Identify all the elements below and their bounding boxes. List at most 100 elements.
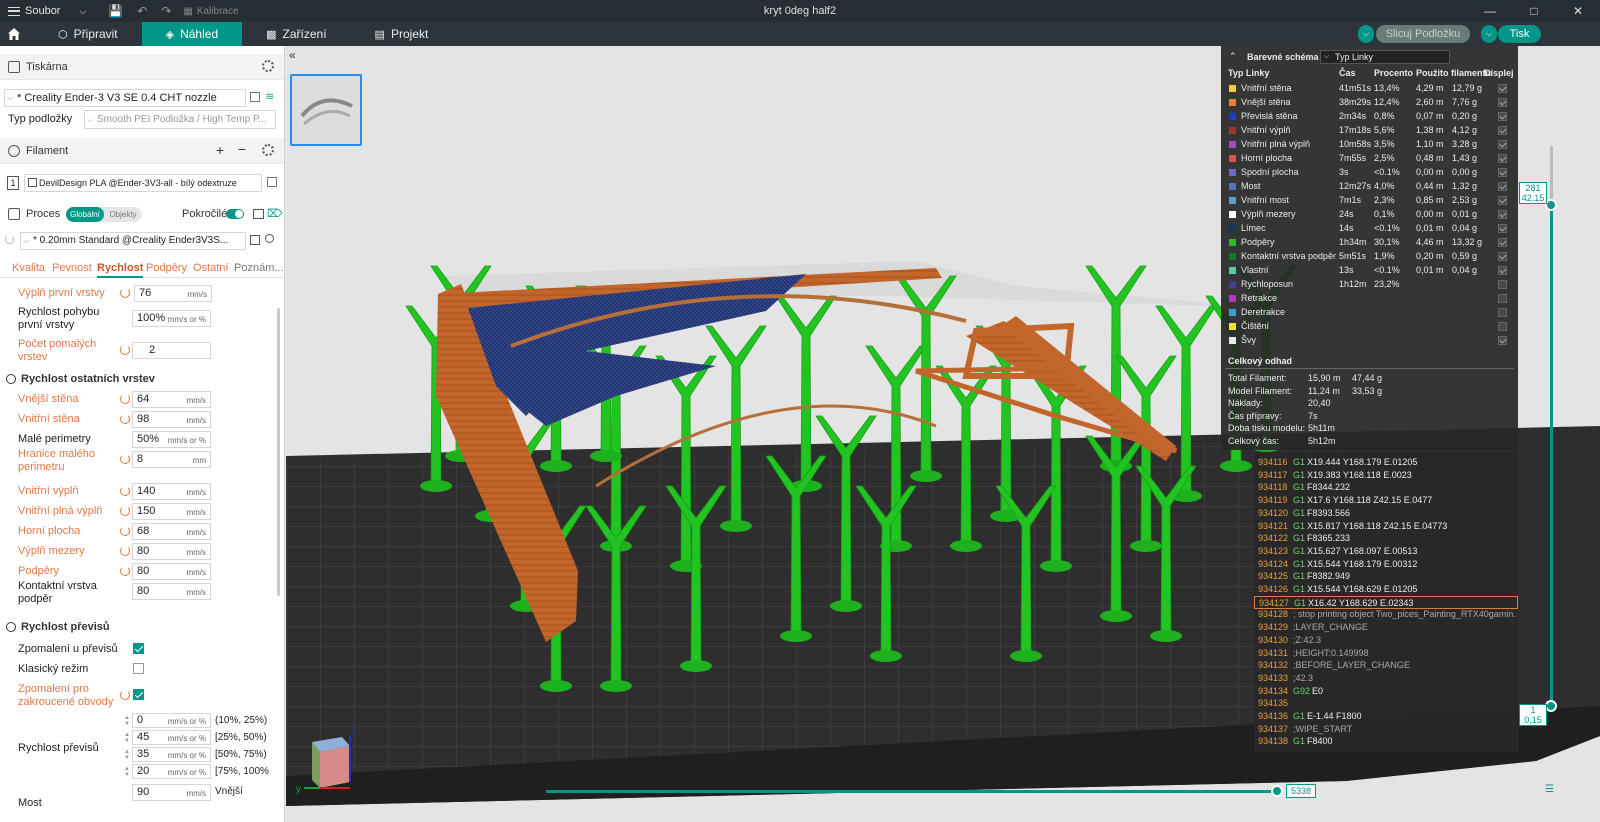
reset-icon[interactable] [120,414,130,424]
display-checkbox[interactable] [1498,210,1507,219]
display-checkbox[interactable] [1498,252,1507,261]
setting-input[interactable]: 8 mm [132,451,211,468]
display-checkbox[interactable] [1498,126,1507,135]
subtab-other[interactable]: Ostatní [193,262,228,274]
print-dropdown-button[interactable]: ⌵ [1481,25,1497,43]
redo-icon[interactable]: ↷ [161,4,171,18]
legend-row[interactable]: Kontaktní vrstva podpěr 5m51s 1,9% 0,20 m 0,… [1221,250,1518,264]
close-button[interactable]: ✕ [1556,0,1600,22]
global-objects-toggle[interactable]: Globální Objekty [66,207,142,222]
collapse-panel-icon[interactable]: « [289,48,296,62]
legend-row[interactable]: Most 12m27s 4,0% 0,44 m 1,32 g [1221,180,1518,194]
legend-row[interactable]: Spodní plocha 3s <0.1% 0,00 m 0,00 g [1221,166,1518,180]
subtab-support[interactable]: Podpěry [146,262,187,274]
layers-icon[interactable]: ☰ [1545,784,1554,795]
gcode-line[interactable]: 934133 ;42.3 [1254,672,1518,685]
reset-icon[interactable] [120,345,130,355]
setting-input[interactable]: 100% mm/s or % [132,310,211,327]
legend-row[interactable]: Vnitřní plná výplň 10m58s 3,5% 1,10 m 3,28 g [1221,138,1518,152]
legend-row[interactable]: Podpěry 1h34m 30,1% 4,46 m 13,32 g [1221,236,1518,250]
edit-icon[interactable] [267,177,277,187]
gcode-line[interactable]: 934134 G92 E0 [1254,685,1518,698]
display-checkbox[interactable] [1498,98,1507,107]
reset-icon[interactable] [120,486,130,496]
gcode-line[interactable]: 934119 G1 X17.6 Y168.118 Z42.15 E.0477 [1254,494,1518,507]
gear-icon[interactable] [262,60,274,72]
display-checkbox[interactable] [1498,84,1507,93]
gear-icon[interactable] [262,144,274,156]
process-select[interactable]: ⌵ * 0.20mm Standard @Creality Ender3V3S.… [20,232,246,250]
wifi-icon[interactable]: ≋ [265,90,274,103]
legend-row[interactable]: Čištění [1221,320,1518,334]
legend-row[interactable]: Švy [1221,334,1518,348]
move-slider-handle[interactable] [1271,785,1283,797]
display-checkbox[interactable] [1498,112,1507,121]
reset-icon[interactable] [120,288,130,298]
reset-icon[interactable] [120,394,130,404]
display-checkbox[interactable] [1498,168,1507,177]
display-checkbox[interactable] [1498,280,1507,289]
list-view-icon[interactable] [253,209,264,219]
reset-icon[interactable] [120,506,130,516]
toggle-global[interactable]: Globální [66,207,104,222]
display-checkbox[interactable] [1498,140,1507,149]
toggle-objects[interactable]: Objekty [106,207,140,222]
subtab-quality[interactable]: Kvalita [12,262,45,274]
gcode-line[interactable]: 934130 ;Z:42.3 [1254,634,1518,647]
tab-device[interactable]: ▩ Zařízení [242,22,350,46]
scrollbar[interactable] [277,308,280,596]
subtab-notes[interactable]: Poznám... [234,262,284,274]
reset-icon[interactable] [120,690,130,700]
reset-icon[interactable] [120,566,130,576]
minimize-button[interactable]: — [1468,0,1512,22]
gcode-line[interactable]: 934128 ; stop printing object Two_pices_P… [1254,608,1518,621]
setting-input[interactable]: 140 mm/s [132,483,211,500]
stepper-icon[interactable]: ▲ ▼ [124,749,130,761]
gcode-line[interactable]: 934116 G1 X19.444 Y168.179 E.01205 [1254,456,1518,469]
setting-input[interactable]: 90 mm/s [132,784,211,801]
display-checkbox[interactable] [1498,322,1507,331]
edit-icon[interactable] [250,92,260,102]
calibration-icon[interactable]: ▦ [183,6,192,17]
legend-row[interactable]: Rychloposun 1h12m 23,2% [1221,278,1518,292]
setting-stepper[interactable]: 2 [132,342,211,359]
overhang-input[interactable]: 35 mm/s or % [132,747,211,762]
setting-input[interactable]: 68 mm/s [132,523,211,540]
tab-preview[interactable]: ◈ Náhled [141,22,243,46]
move-slider-track[interactable] [546,790,1276,793]
file-menu[interactable]: Soubor ⌵ [0,5,92,17]
gcode-line[interactable]: 934138 G1 F8400 [1254,735,1518,748]
overhang-input[interactable]: 45 mm/s or % [132,730,211,745]
tab-project[interactable]: ▤ Projekt [351,22,453,46]
gcode-line[interactable]: 934122 G1 F8365.233 [1254,532,1518,545]
stepper-icon[interactable]: ▲ ▼ [124,766,130,778]
gcode-line[interactable]: 934136 G1 E-1.44 F1800 [1254,710,1518,723]
gcode-line[interactable]: 934120 G1 F8393.566 [1254,507,1518,520]
overhang-input[interactable]: 20 mm/s or % [132,764,211,779]
display-checkbox[interactable] [1498,196,1507,205]
gcode-line[interactable]: 934121 G1 X15.817 Y168.118 Z42.15 E.04773 [1254,520,1518,533]
legend-row[interactable]: Límec 14s <0.1% 0,01 m 0,04 g [1221,222,1518,236]
reset-icon[interactable] [120,546,130,556]
setting-input[interactable]: 76 mm/s [134,285,212,302]
display-checkbox[interactable] [1498,224,1507,233]
classic-mode-checkbox[interactable] [133,663,144,674]
orientation-cube[interactable] [292,732,356,796]
reset-icon[interactable] [5,235,14,244]
setting-input[interactable]: 80 mm/s [132,563,211,580]
stepper-icon[interactable]: ▲ ▼ [124,715,130,727]
legend-row[interactable]: Výplň mezery 24s 0,1% 0,00 m 0,01 g [1221,208,1518,222]
legend-row[interactable]: Deretrakce [1221,306,1518,320]
subtab-strength[interactable]: Pevnost [52,262,92,274]
advanced-toggle[interactable] [226,209,244,219]
setting-input[interactable]: 64 mm/s [132,391,211,408]
gcode-line[interactable]: 934131 ;HEIGHT:0.149998 [1254,647,1518,660]
gcode-line[interactable]: 934132 ;BEFORE_LAYER_CHANGE [1254,659,1518,672]
slice-plate-button[interactable]: Slicuj Podložku [1376,25,1470,43]
remove-filament-button[interactable]: − [238,141,246,157]
slice-dropdown-button[interactable]: ⌵ [1358,25,1374,43]
add-filament-button[interactable]: + [216,142,224,158]
legend-row[interactable]: Vnější stěna 38m29s 12,4% 2,60 m 7,76 g [1221,96,1518,110]
gcode-line[interactable]: 934126 G1 X15.544 Y168.629 E.01205 [1254,583,1518,596]
setting-input[interactable]: 80 mm/s [132,583,211,600]
